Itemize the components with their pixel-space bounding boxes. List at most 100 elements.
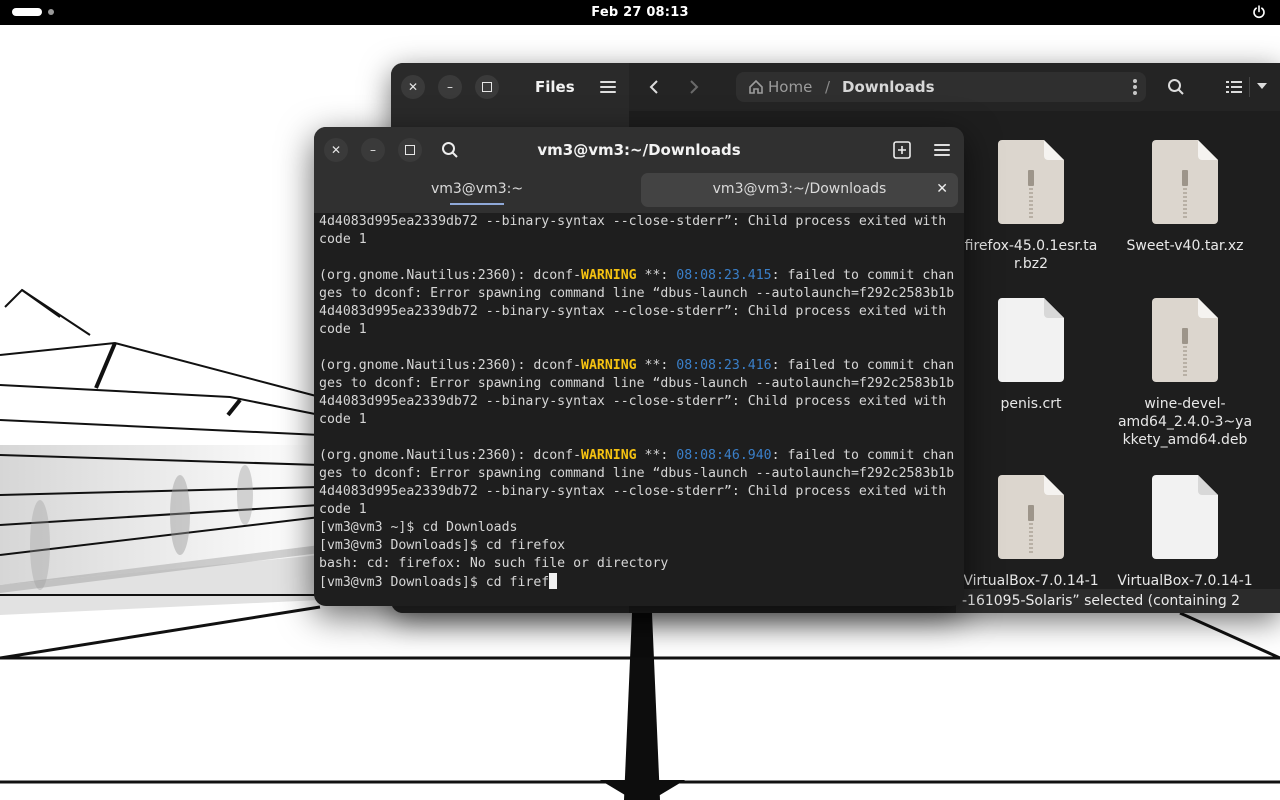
- file-name: VirtualBox-7.0.14-1: [1117, 573, 1253, 589]
- terminal-line: ges to dconf: Error spawning command lin…: [319, 375, 959, 393]
- terminal-tab-bar: vm3@vm3:~ vm3@vm3:~/Downloads ✕: [314, 173, 964, 213]
- terminal-line: code 1: [319, 411, 959, 429]
- view-divider: [1249, 77, 1250, 97]
- files-sidebar-menu-button[interactable]: [600, 81, 616, 93]
- terminal-text: ges to dconf: Error spawning command lin…: [319, 376, 955, 391]
- tab-label: vm3@vm3:~: [430, 181, 524, 197]
- file-item[interactable]: wine-devel- amd64_2.4.0-3~ya kkety_amd64…: [1110, 298, 1260, 449]
- files-close-button[interactable]: ✕: [401, 75, 425, 99]
- document-icon: [998, 298, 1064, 382]
- clock[interactable]: Feb 27 08:13: [0, 5, 1280, 20]
- terminal-line: ges to dconf: Error spawning command lin…: [319, 465, 959, 483]
- tab-downloads[interactable]: vm3@vm3:~/Downloads ✕: [641, 173, 958, 207]
- tab-label: vm3@vm3:~/Downloads: [712, 181, 887, 197]
- terminal-text: 4d4083d995ea2339db72 --binary-syntax --c…: [319, 214, 947, 229]
- terminal-text: 4d4083d995ea2339db72 --binary-syntax --c…: [319, 394, 947, 409]
- forward-arrow-icon[interactable]: [688, 79, 700, 95]
- terminal-line: 4d4083d995ea2339db72 --binary-syntax --c…: [319, 213, 959, 231]
- terminal-line: (org.gnome.Nautilus:2360): dconf-WARNING…: [319, 447, 959, 465]
- tab-home[interactable]: vm3@vm3:~: [314, 173, 640, 207]
- files-maximize-button[interactable]: [475, 75, 499, 99]
- chevron-down-icon[interactable]: [1256, 82, 1268, 90]
- archive-icon: [998, 140, 1064, 224]
- terminal-text: **:: [636, 448, 677, 463]
- text-cursor: [549, 573, 558, 589]
- terminal-line: code 1: [319, 231, 959, 249]
- file-name: wine-devel-: [1144, 396, 1226, 412]
- terminal-line: (org.gnome.Nautilus:2360): dconf-WARNING…: [319, 267, 959, 285]
- terminal-line: (org.gnome.Nautilus:2360): dconf-WARNING…: [319, 357, 959, 375]
- archive-icon: [998, 475, 1064, 559]
- search-icon[interactable]: [1167, 78, 1185, 96]
- terminal-line: 4d4083d995ea2339db72 --binary-syntax --c…: [319, 303, 959, 321]
- file-name: kkety_amd64.deb: [1122, 432, 1248, 448]
- maximize-icon: [482, 82, 492, 92]
- terminal-text: : failed to commit chan: [771, 448, 955, 463]
- file-name: amd64_2.4.0-3~ya: [1117, 414, 1253, 430]
- terminal-line: [vm3@vm3 ~]$ cd Downloads: [319, 519, 959, 537]
- terminal-text: code 1: [319, 502, 367, 517]
- path-separator: /: [825, 78, 831, 96]
- terminal-text: code 1: [319, 412, 367, 427]
- path-current-folder[interactable]: Downloads: [842, 78, 935, 96]
- file-item[interactable]: penis.crt: [956, 298, 1106, 413]
- terminal-text: 4d4083d995ea2339db72 --binary-syntax --c…: [319, 484, 947, 499]
- terminal-text: (org.gnome.Nautilus:2360): dconf-: [319, 448, 582, 463]
- terminal-text: WARNING: [581, 448, 637, 463]
- terminal-output[interactable]: 4d4083d995ea2339db72 --binary-syntax --c…: [319, 213, 959, 603]
- terminal-line: 4d4083d995ea2339db72 --binary-syntax --c…: [319, 393, 959, 411]
- file-name: firefox-45.0.1esr.ta: [964, 238, 1098, 254]
- file-name: Sweet-v40.tar.xz: [1126, 238, 1244, 254]
- terminal-text: : failed to commit chan: [771, 358, 955, 373]
- back-arrow-icon[interactable]: [648, 79, 660, 95]
- terminal-text: [vm3@vm3 Downloads]$ cd firefox: [319, 538, 566, 553]
- terminal-line: ges to dconf: Error spawning command lin…: [319, 285, 959, 303]
- terminal-line: bash: cd: firefox: No such file or direc…: [319, 555, 959, 573]
- terminal-text: 08:08:23.415: [676, 268, 772, 283]
- archive-icon: [1152, 298, 1218, 382]
- terminal-text: [vm3@vm3 Downloads]$ cd firef: [319, 575, 550, 590]
- close-icon[interactable]: ✕: [936, 173, 948, 205]
- file-item[interactable]: VirtualBox-7.0.14-1: [1110, 475, 1260, 590]
- terminal-window[interactable]: ✕ – vm3@vm3:~/Downloads vm3@vm3:~ vm3@vm…: [314, 127, 964, 606]
- terminal-line: [vm3@vm3 Downloads]$ cd firefox: [319, 537, 959, 555]
- terminal-text: WARNING: [581, 358, 637, 373]
- terminal-text: (org.gnome.Nautilus:2360): dconf-: [319, 268, 582, 283]
- files-sidebar-header: ✕ – Files: [391, 63, 629, 111]
- file-item[interactable]: VirtualBox-7.0.14-1: [956, 475, 1106, 590]
- terminal-text: [vm3@vm3 ~]$ cd Downloads: [319, 520, 518, 535]
- terminal-title: vm3@vm3:~/Downloads: [537, 141, 741, 159]
- power-icon[interactable]: [1252, 5, 1266, 19]
- terminal-text: 08:08:46.940: [676, 448, 772, 463]
- document-icon: [1152, 475, 1218, 559]
- path-menu-button[interactable]: [1133, 79, 1137, 95]
- terminal-line: code 1: [319, 501, 959, 519]
- path-home[interactable]: Home: [768, 78, 812, 96]
- file-item[interactable]: Sweet-v40.tar.xz: [1110, 140, 1260, 255]
- terminal-text: code 1: [319, 322, 367, 337]
- terminal-header: ✕ – vm3@vm3:~/Downloads: [314, 127, 964, 173]
- terminal-text: ges to dconf: Error spawning command lin…: [319, 466, 955, 481]
- terminal-line: [vm3@vm3 Downloads]$ cd firef: [319, 573, 959, 591]
- tab-indicator: [450, 203, 504, 205]
- terminal-text: **:: [636, 268, 677, 283]
- terminal-line: code 1: [319, 321, 959, 339]
- terminal-text: ges to dconf: Error spawning command lin…: [319, 286, 955, 301]
- top-bar: Feb 27 08:13: [0, 0, 1280, 25]
- terminal-menu-button[interactable]: [934, 144, 950, 156]
- terminal-text: code 1: [319, 232, 367, 247]
- file-name: penis.crt: [1000, 396, 1062, 412]
- terminal-text: 4d4083d995ea2339db72 --binary-syntax --c…: [319, 304, 947, 319]
- list-view-icon[interactable]: [1226, 80, 1242, 94]
- new-tab-icon[interactable]: [893, 141, 911, 159]
- file-item[interactable]: firefox-45.0.1esr.ta r.bz2: [956, 140, 1106, 273]
- archive-icon: [1152, 140, 1218, 224]
- terminal-text: (org.gnome.Nautilus:2360): dconf-: [319, 358, 582, 373]
- files-minimize-button[interactable]: –: [438, 75, 462, 99]
- files-title: Files: [535, 78, 575, 96]
- terminal-text: bash: cd: firefox: No such file or direc…: [319, 556, 669, 571]
- selection-status: -161095-Solaris” selected (containing 2 …: [956, 589, 1280, 613]
